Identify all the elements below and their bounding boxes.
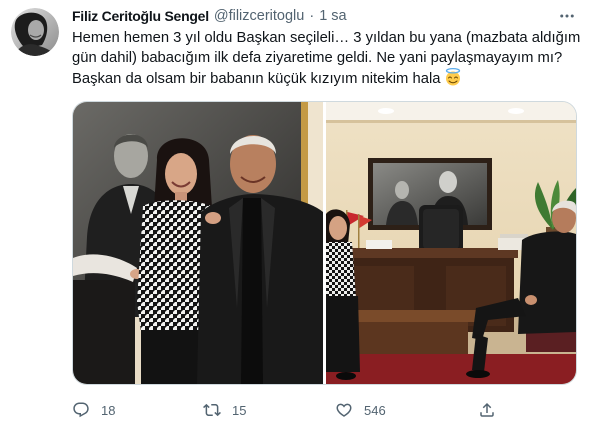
carpet	[326, 354, 576, 384]
reply-count: 18	[101, 402, 116, 418]
tweet-header: Filiz Ceritoğlu Sengel @filizceritoglu ·…	[72, 6, 347, 26]
author-name[interactable]: Filiz Ceritoğlu Sengel	[72, 8, 209, 24]
photo-right[interactable]	[326, 102, 576, 384]
tweet-timestamp[interactable]: 1 sa	[319, 8, 346, 24]
header-separator: ·	[309, 8, 315, 24]
like-button[interactable]: 546	[335, 401, 386, 419]
retweet-icon	[203, 403, 221, 417]
office-chair	[419, 205, 463, 255]
tweet-text-line-3: Başkan da olsam bir babanın küçük kızıyı…	[72, 71, 441, 87]
tweet-media	[72, 101, 577, 385]
ceiling	[326, 102, 576, 123]
share-icon	[480, 402, 494, 417]
photo-left[interactable]	[73, 102, 323, 384]
avatar[interactable]	[11, 8, 59, 56]
smiling-face-with-halo-icon	[446, 68, 461, 86]
reply-icon	[73, 402, 89, 418]
tweet-card[interactable]: Filiz Ceritoğlu Sengel @filizceritoglu ·…	[0, 0, 589, 433]
author-handle[interactable]: @filizceritoglu	[214, 8, 304, 24]
tweet-text-line-1: Hemen hemen 3 yıl oldu Başkan seçileli… …	[72, 30, 581, 46]
tweet-text-line-2: gün dahil) babacığım ilk defa ziyaretime…	[72, 50, 563, 66]
heart-icon	[336, 403, 352, 417]
retweet-button[interactable]: 15	[203, 401, 246, 419]
retweet-count: 15	[232, 402, 247, 418]
photo-right-image	[326, 102, 576, 384]
tweet-text: Hemen hemen 3 yıl oldu Başkan seçileli… …	[72, 28, 580, 89]
like-count: 546	[364, 402, 386, 418]
more-button[interactable]	[558, 7, 576, 25]
reply-button[interactable]: 18	[72, 401, 115, 419]
photo-left-image	[73, 102, 323, 384]
more-dots-icon	[560, 14, 574, 18]
tweet-text-line-3-container: Başkan da olsam bir babanın küçük kızıyı…	[72, 68, 580, 89]
avatar-photo	[11, 8, 59, 56]
share-button[interactable]	[478, 401, 496, 419]
